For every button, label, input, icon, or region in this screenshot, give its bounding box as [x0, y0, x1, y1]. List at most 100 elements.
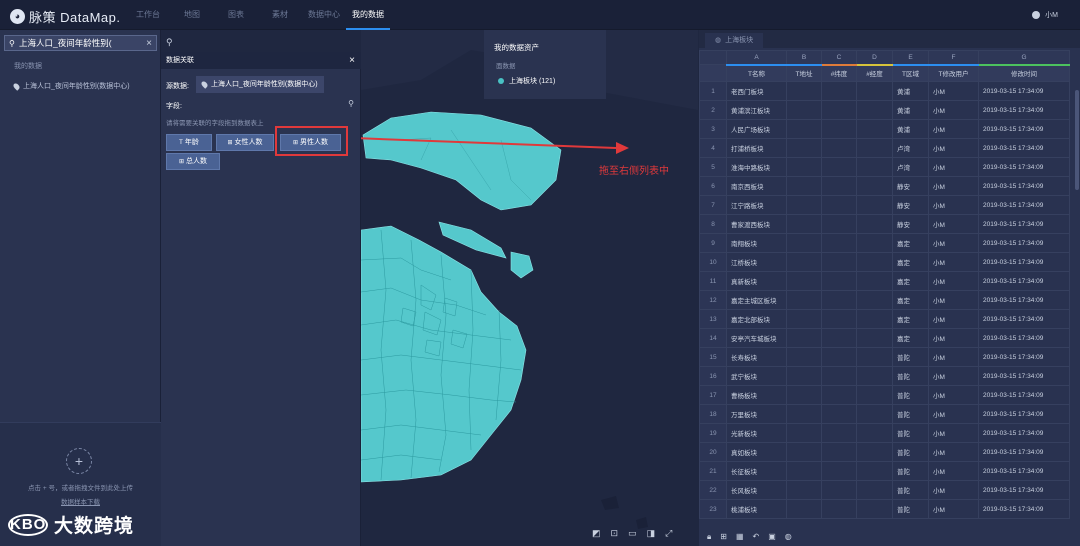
header-user[interactable]: T修改用户: [928, 63, 979, 82]
cell-address[interactable]: [786, 157, 822, 177]
row-number[interactable]: 7: [699, 195, 727, 215]
table-row[interactable]: 10 江桥板块 嘉定 小M 2019-03-15 17:34:09: [699, 252, 1070, 272]
asset-layer-item[interactable]: 上海板块 (121): [498, 76, 555, 86]
table-row[interactable]: 22 长风板块 普陀 小M 2019-03-15 17:34:09: [699, 480, 1070, 500]
row-number[interactable]: 16: [699, 366, 727, 386]
header-address[interactable]: T地址: [786, 63, 822, 82]
cell-user[interactable]: 小M: [928, 100, 979, 120]
cell-latitude[interactable]: [821, 442, 857, 462]
cell-name[interactable]: 安亭汽车城板块: [726, 328, 787, 348]
row-number[interactable]: 4: [699, 138, 727, 158]
row-number[interactable]: 11: [699, 271, 727, 291]
cell-user[interactable]: 小M: [928, 347, 979, 367]
cell-time[interactable]: 2019-03-15 17:34:09: [978, 328, 1070, 348]
cell-longitude[interactable]: [856, 290, 893, 310]
cell-latitude[interactable]: [821, 176, 857, 196]
cell-address[interactable]: [786, 347, 822, 367]
dataset-search-input[interactable]: ⚲ 上海人口_夜间年龄性别( ×: [4, 35, 157, 51]
layer-icon[interactable]: ◨: [647, 528, 656, 539]
cell-user[interactable]: 小M: [928, 328, 979, 348]
cell-latitude[interactable]: [821, 328, 857, 348]
crop-icon[interactable]: ⊡: [611, 528, 619, 539]
cell-address[interactable]: [786, 138, 822, 158]
row-number[interactable]: 10: [699, 252, 727, 272]
cell-longitude[interactable]: [856, 404, 893, 424]
table-row[interactable]: 13 嘉定北部板块 嘉定 小M 2019-03-15 17:34:09: [699, 309, 1070, 329]
cell-address[interactable]: [786, 328, 822, 348]
row-number[interactable]: 6: [699, 176, 727, 196]
cell-area[interactable]: 普陀: [892, 385, 929, 405]
cell-area[interactable]: 嘉定: [892, 290, 929, 310]
cell-name[interactable]: 真如板块: [726, 442, 787, 462]
column-letter[interactable]: E: [892, 50, 929, 65]
row-number[interactable]: 2: [699, 100, 727, 120]
lock-icon[interactable]: 🔒︎: [707, 532, 711, 542]
cell-area[interactable]: 黄浦: [892, 81, 929, 101]
cell-name[interactable]: 长征板块: [726, 461, 787, 481]
nav-item-map[interactable]: 地图: [170, 0, 214, 30]
panel-search-icon[interactable]: ⚲: [166, 37, 173, 48]
cell-area[interactable]: 黄浦: [892, 100, 929, 120]
cell-address[interactable]: [786, 499, 822, 519]
cell-time[interactable]: 2019-03-15 17:34:09: [978, 442, 1070, 462]
cell-user[interactable]: 小M: [928, 480, 979, 500]
cell-time[interactable]: 2019-03-15 17:34:09: [978, 366, 1070, 386]
cell-longitude[interactable]: [856, 366, 893, 386]
cell-user[interactable]: 小M: [928, 252, 979, 272]
header-area[interactable]: T区域: [892, 63, 929, 82]
table-row[interactable]: 9 南翔板块 嘉定 小M 2019-03-15 17:34:09: [699, 233, 1070, 253]
cell-name[interactable]: 淮海中路板块: [726, 157, 787, 177]
cell-address[interactable]: [786, 176, 822, 196]
user-menu[interactable]: 小M: [1032, 10, 1058, 20]
cell-longitude[interactable]: [856, 233, 893, 253]
nav-item-assets[interactable]: 素材: [258, 0, 302, 30]
cell-time[interactable]: 2019-03-15 17:34:09: [978, 195, 1070, 215]
table-row[interactable]: 21 长征板块 普陀 小M 2019-03-15 17:34:09: [699, 461, 1070, 481]
table-row[interactable]: 3 人民广场板块 黄浦 小M 2019-03-15 17:34:09: [699, 119, 1070, 139]
cell-latitude[interactable]: [821, 347, 857, 367]
cell-time[interactable]: 2019-03-15 17:34:09: [978, 385, 1070, 405]
field-chip-female[interactable]: ⊞ 女性人数: [216, 134, 274, 151]
cell-time[interactable]: 2019-03-15 17:34:09: [978, 233, 1070, 253]
cell-name[interactable]: 嘉定北部板块: [726, 309, 787, 329]
cell-time[interactable]: 2019-03-15 17:34:09: [978, 157, 1070, 177]
cell-longitude[interactable]: [856, 423, 893, 443]
cell-address[interactable]: [786, 252, 822, 272]
cell-address[interactable]: [786, 366, 822, 386]
row-number[interactable]: 3: [699, 119, 727, 139]
cell-latitude[interactable]: [821, 385, 857, 405]
cell-area[interactable]: 普陀: [892, 461, 929, 481]
cell-longitude[interactable]: [856, 442, 893, 462]
nav-item-my-data[interactable]: 我的数据: [346, 0, 390, 30]
cell-area[interactable]: 普陀: [892, 404, 929, 424]
cell-latitude[interactable]: [821, 461, 857, 481]
cell-area[interactable]: 嘉定: [892, 271, 929, 291]
row-number[interactable]: 9: [699, 233, 727, 253]
row-number[interactable]: 18: [699, 404, 727, 424]
cell-longitude[interactable]: [856, 309, 893, 329]
cell-area[interactable]: 普陀: [892, 366, 929, 386]
table-row[interactable]: 6 南京西板块 静安 小M 2019-03-15 17:34:09: [699, 176, 1070, 196]
source-dataset-select[interactable]: 上海人口_夜间年龄性别(数据中心): [196, 76, 324, 93]
cell-latitude[interactable]: [821, 499, 857, 519]
cell-longitude[interactable]: [856, 328, 893, 348]
cell-area[interactable]: 普陀: [892, 480, 929, 500]
cell-name[interactable]: 人民广场板块: [726, 119, 787, 139]
cell-name[interactable]: 曹杨板块: [726, 385, 787, 405]
cell-address[interactable]: [786, 461, 822, 481]
cell-user[interactable]: 小M: [928, 461, 979, 481]
cell-area[interactable]: 嘉定: [892, 328, 929, 348]
column-letter[interactable]: G: [978, 50, 1070, 65]
row-number[interactable]: 17: [699, 385, 727, 405]
cell-user[interactable]: 小M: [928, 366, 979, 386]
cell-area[interactable]: 嘉定: [892, 309, 929, 329]
table-row[interactable]: 17 曹杨板块 普陀 小M 2019-03-15 17:34:09: [699, 385, 1070, 405]
sheet-tab[interactable]: ◍ 上海板块: [705, 33, 764, 48]
cell-user[interactable]: 小M: [928, 176, 979, 196]
cell-longitude[interactable]: [856, 252, 893, 272]
table-icon[interactable]: ▦: [736, 532, 744, 542]
cell-longitude[interactable]: [856, 499, 893, 519]
cell-latitude[interactable]: [821, 366, 857, 386]
field-search-icon[interactable]: ⚲: [348, 99, 354, 108]
cell-name[interactable]: 曹家渡西板块: [726, 214, 787, 234]
